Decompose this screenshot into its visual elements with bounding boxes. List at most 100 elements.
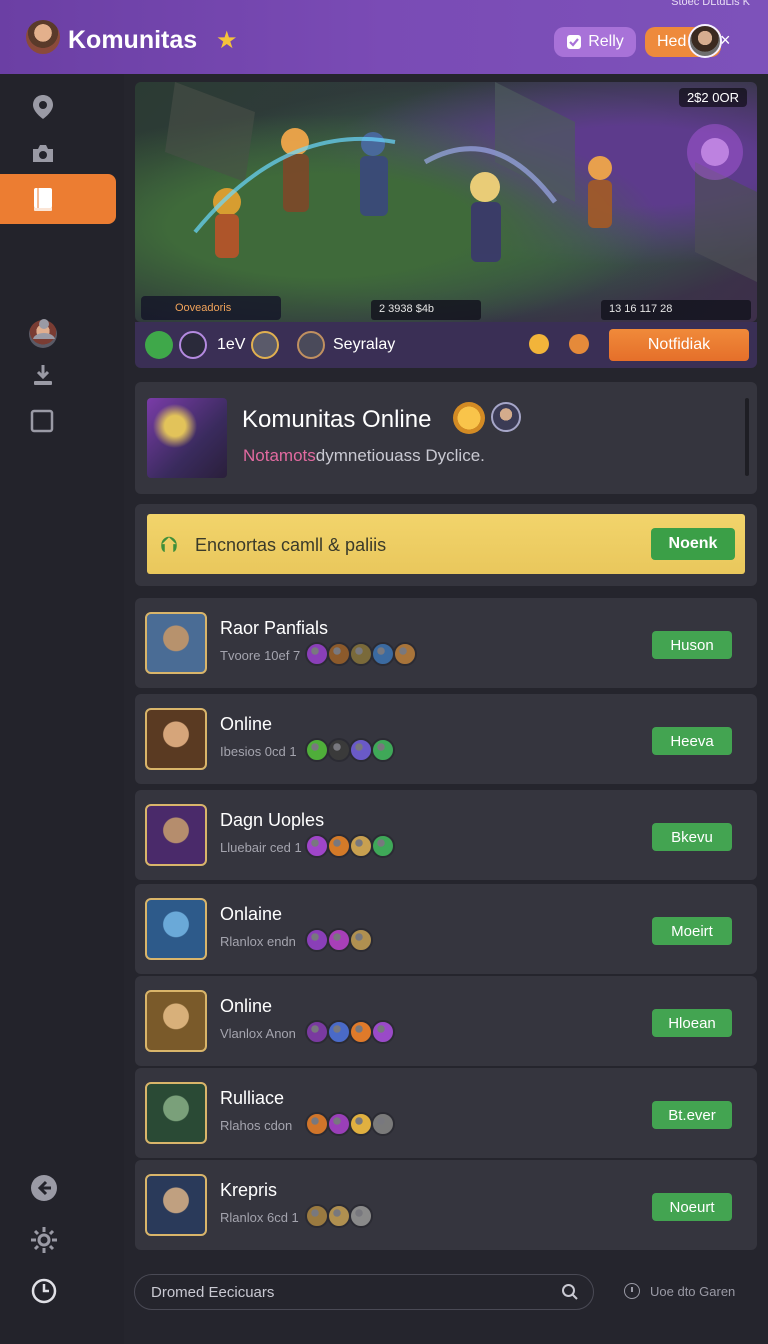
close-circle-icon[interactable] [569, 334, 589, 354]
sword-icon[interactable] [179, 331, 207, 359]
hero-badge-icon [349, 1112, 373, 1136]
reply-button[interactable]: Relly [554, 27, 636, 57]
community-art [147, 398, 227, 478]
hud-player-panel: Ooveadoris [141, 296, 281, 320]
hero-badge-icon [349, 928, 373, 952]
hero-badge-icon [327, 738, 351, 762]
people-icon[interactable] [0, 306, 124, 352]
row-action-button[interactable]: Moeirt [652, 917, 732, 945]
invite-banner: ⮉ Encnortas camll & paliis Noenk [147, 514, 745, 574]
invite-text: Encnortas camll & paliis [195, 535, 387, 555]
hero-badge-icon [327, 1204, 351, 1228]
player-status: Rlanlox endn [220, 934, 296, 949]
hero-icons [305, 642, 417, 666]
hero-icons [305, 1204, 373, 1228]
subtitle-rest: dymnetiouass Dyclice. [315, 446, 485, 465]
hero-badge-icon [327, 642, 351, 666]
hero-badge-icon [327, 834, 351, 858]
hero-icons [305, 1020, 395, 1044]
player-name: Seyralay [333, 336, 396, 353]
member-avatar [491, 402, 521, 432]
list-item[interactable]: Dagn Uoples Lluebair ced 1 Bkevu [135, 790, 757, 880]
level-text: 1eV [217, 336, 246, 353]
row-action-button[interactable]: Noeurt [652, 1193, 732, 1221]
notify-button[interactable]: Notfidiak [609, 329, 749, 361]
hud-stats: 2 3938 $4b [371, 300, 481, 320]
hero-icons [305, 738, 395, 762]
row-action-button[interactable]: Bt.ever [652, 1101, 732, 1129]
close-icon[interactable]: × [720, 30, 731, 51]
square-icon[interactable] [0, 398, 124, 444]
hud-score: 2$2 0OR [678, 88, 747, 107]
hero-badge-icon [305, 1020, 329, 1044]
hero-badge-icon [305, 642, 329, 666]
star-icon[interactable]: ★ [216, 26, 238, 55]
camera-icon[interactable] [0, 130, 124, 176]
settings-icon[interactable] [30, 1226, 58, 1254]
player-avatar [145, 990, 207, 1052]
hero-badge-icon [305, 1204, 329, 1228]
subtitle-highlight: Notamots [243, 446, 316, 465]
player-status: Vlanlox Anon [220, 1026, 296, 1041]
download-icon[interactable] [0, 352, 124, 398]
row-action-button[interactable]: Hloean [652, 1009, 732, 1037]
scrollbar[interactable] [745, 398, 749, 476]
player-avatar [145, 804, 207, 866]
reply-button-label: Relly [588, 33, 624, 50]
player-name: Rulliace [220, 1088, 285, 1108]
player-icon [297, 331, 325, 359]
map-pin-icon[interactable] [0, 84, 124, 130]
hud-resources: 13 16 117 28 [601, 300, 751, 320]
sidebar [0, 74, 124, 1344]
player-avatar [145, 1174, 207, 1236]
hero-badge-icon [305, 1112, 329, 1136]
arrow-up-icon: ⮉ [161, 532, 178, 557]
weapon-icon[interactable] [251, 331, 279, 359]
hero-badge-icon [327, 1112, 351, 1136]
hero-icons [305, 1112, 395, 1136]
player-status: Tvoore 10ef 7 [220, 648, 301, 663]
player-status: Rlanlox 6cd 1 [220, 1210, 299, 1225]
list-item[interactable]: Onlaine Rlanlox endn Moeirt [135, 884, 757, 974]
community-card[interactable]: Komunitas Online Notamotsdymnetiouass Dy… [135, 382, 757, 494]
list-item[interactable]: Krepris Rlanlox 6cd 1 Noeurt [135, 1160, 757, 1250]
player-status: Rlahos cdon [220, 1118, 293, 1133]
row-action-button[interactable]: Bkevu [652, 823, 732, 851]
player-avatar [145, 898, 207, 960]
search-icon[interactable] [561, 1283, 579, 1301]
book-icon[interactable] [0, 174, 116, 224]
clock-icon[interactable] [30, 1277, 58, 1305]
profile-avatar[interactable] [688, 24, 722, 58]
row-action-button[interactable]: Huson [652, 631, 732, 659]
list-item[interactable]: Rulliace Rlahos cdon Bt.ever [135, 1068, 757, 1158]
invite-button[interactable]: Noenk [651, 528, 735, 560]
hero-badge-icon [349, 1020, 373, 1044]
hero-badge-icon [349, 738, 373, 762]
hero-badge-icon [371, 1112, 395, 1136]
game-banner[interactable]: 2$2 0OR Ooveadoris 2 3938 $4b 13 16 117 … [135, 82, 757, 322]
list-item[interactable]: Raor Panfials Tvoore 10ef 7 Huson [135, 598, 757, 688]
hero-badge-icon [327, 928, 351, 952]
game-icon[interactable] [145, 331, 173, 359]
list-item[interactable]: Online Ibesios 0cd 1 Heeva [135, 694, 757, 784]
hero-badge-icon [349, 1204, 373, 1228]
search-placeholder: Dromed Eecicuars [151, 1284, 275, 1301]
community-title: Komunitas Online [242, 406, 432, 433]
hero-icons [305, 834, 395, 858]
list-item[interactable]: Online Vlanlox Anon Hloean [135, 976, 757, 1066]
hero-badge-icon [327, 1020, 351, 1044]
page-title: Komunitas [68, 26, 198, 54]
hero-badge-icon [305, 834, 329, 858]
user-avatar[interactable] [26, 20, 60, 54]
player-avatar [145, 612, 207, 674]
game-scene-illustration [165, 82, 757, 282]
hero-badge-icon [371, 1020, 395, 1044]
search-input[interactable]: Dromed Eecicuars [134, 1274, 594, 1310]
hero-badge-icon [393, 642, 417, 666]
hero-badge-icon [371, 834, 395, 858]
back-icon[interactable] [30, 1174, 58, 1202]
game-bar: 1eV Seyralay Notfidiak [135, 322, 757, 368]
row-action-button[interactable]: Heeva [652, 727, 732, 755]
clock-icon [624, 1283, 640, 1299]
hed-button-label: Hed [657, 33, 687, 50]
